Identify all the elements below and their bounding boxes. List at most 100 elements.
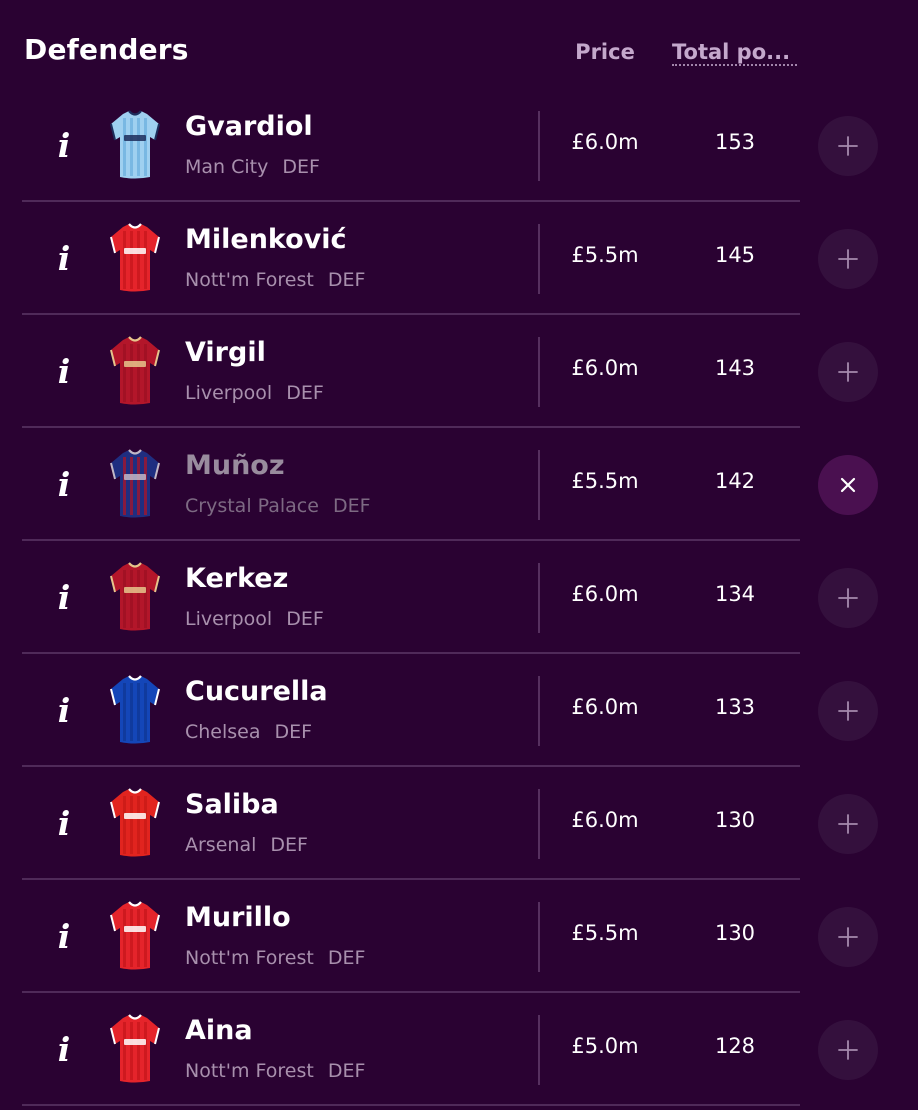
- player-team: Liverpool: [185, 382, 273, 404]
- plus-icon: [838, 136, 858, 156]
- column-divider: [538, 902, 540, 972]
- player-name: Kerkez: [185, 563, 289, 594]
- team-kit-icon: [109, 223, 161, 293]
- player-price: £6.0m: [571, 808, 639, 832]
- player-team: Man City: [185, 156, 269, 178]
- player-price: £6.0m: [571, 695, 639, 719]
- add-player-button[interactable]: [818, 342, 878, 402]
- price-column-header[interactable]: Price: [560, 40, 650, 64]
- add-player-button[interactable]: [818, 568, 878, 628]
- player-price: £6.0m: [571, 130, 639, 154]
- player-row[interactable]: i Muñoz Crystal Palace DEF £5.5m 142: [0, 428, 918, 541]
- player-total-points: 133: [714, 695, 756, 719]
- add-player-button[interactable]: [818, 907, 878, 967]
- player-position: DEF: [327, 269, 366, 291]
- player-row[interactable]: i Virgil Liverpool DEF £6.0m 143: [0, 315, 918, 428]
- info-icon[interactable]: i: [44, 464, 84, 504]
- player-name: Virgil: [185, 337, 266, 368]
- kit-shirt-graphic: [110, 901, 160, 970]
- player-row[interactable]: i Gvardiol Man City DEF £6.0m 153: [0, 89, 918, 202]
- player-row[interactable]: i Kerkez Liverpool DEF £6.0m 134: [0, 541, 918, 654]
- player-meta: Liverpool DEF: [185, 382, 324, 404]
- list-header: Defenders Price Total po...: [0, 0, 918, 100]
- player-position: DEF: [286, 608, 324, 630]
- column-divider: [538, 450, 540, 520]
- player-meta: Nott'm Forest DEF: [185, 1060, 365, 1082]
- player-position: DEF: [327, 1060, 366, 1082]
- player-team: Arsenal: [185, 834, 257, 856]
- player-name: Cucurella: [185, 676, 328, 707]
- player-total-points: 128: [714, 1034, 756, 1058]
- team-kit-icon: [109, 449, 161, 519]
- plus-icon: [838, 927, 858, 947]
- add-player-button[interactable]: [818, 229, 878, 289]
- player-name: Murillo: [185, 902, 291, 933]
- info-icon[interactable]: i: [44, 803, 84, 843]
- kit-shirt-graphic: [110, 1014, 160, 1083]
- player-row[interactable]: i Aina Nott'm Forest DEF £5.0m 128: [0, 993, 918, 1106]
- info-icon[interactable]: i: [44, 351, 84, 391]
- info-icon[interactable]: i: [44, 1029, 84, 1069]
- kit-shirt-graphic: [110, 336, 160, 405]
- add-player-button[interactable]: [818, 681, 878, 741]
- plus-icon: [838, 362, 858, 382]
- player-row[interactable]: i Cucurella Chelsea DEF £6.0m 133: [0, 654, 918, 767]
- section-title: Defenders: [24, 33, 189, 66]
- kit-shirt-graphic: [110, 562, 160, 631]
- add-player-button[interactable]: [818, 116, 878, 176]
- add-player-button[interactable]: [818, 794, 878, 854]
- player-meta: Man City DEF: [185, 156, 320, 178]
- player-team: Crystal Palace: [185, 495, 319, 517]
- column-divider: [538, 563, 540, 633]
- player-row[interactable]: i Saliba Arsenal DEF £6.0m 130: [0, 767, 918, 880]
- info-icon[interactable]: i: [44, 577, 84, 617]
- team-kit-icon: [109, 788, 161, 858]
- kit-shirt-graphic: [110, 223, 160, 292]
- player-price: £5.5m: [571, 921, 639, 945]
- player-name: Gvardiol: [185, 111, 313, 142]
- team-kit-icon: [109, 110, 161, 180]
- player-position: DEF: [332, 495, 371, 517]
- player-team: Chelsea: [185, 721, 261, 743]
- info-icon[interactable]: i: [44, 690, 84, 730]
- player-position: DEF: [274, 721, 313, 743]
- kit-shirt-graphic: [110, 449, 160, 518]
- remove-player-button[interactable]: [818, 455, 878, 515]
- kit-shirt-graphic: [110, 788, 160, 857]
- player-position: DEF: [327, 947, 366, 969]
- info-icon[interactable]: i: [44, 916, 84, 956]
- total-points-column-header[interactable]: Total po...: [672, 40, 797, 66]
- player-position: DEF: [282, 156, 320, 178]
- player-team: Liverpool: [185, 608, 273, 630]
- add-player-button[interactable]: [818, 1020, 878, 1080]
- player-price: £5.5m: [571, 243, 639, 267]
- player-name: Aina: [185, 1015, 253, 1046]
- team-kit-icon: [109, 562, 161, 632]
- kit-shirt-graphic: [110, 110, 160, 179]
- player-meta: Liverpool DEF: [185, 608, 324, 630]
- column-divider: [538, 789, 540, 859]
- player-meta: Nott'm Forest DEF: [185, 947, 365, 969]
- plus-icon: [838, 701, 858, 721]
- player-total-points: 145: [714, 243, 756, 267]
- team-kit-icon: [109, 336, 161, 406]
- player-team: Nott'm Forest: [185, 947, 314, 969]
- player-name: Muñoz: [185, 450, 285, 481]
- info-icon[interactable]: i: [44, 238, 84, 278]
- player-meta: Chelsea DEF: [185, 721, 312, 743]
- plus-icon: [838, 1040, 858, 1060]
- plus-icon: [838, 814, 858, 834]
- player-total-points: 130: [714, 921, 756, 945]
- team-kit-icon: [109, 901, 161, 971]
- plus-icon: [838, 249, 858, 269]
- player-row[interactable]: i Milenković Nott'm Forest DEF £5.5m 145: [0, 202, 918, 315]
- player-total-points: 153: [714, 130, 756, 154]
- player-position: DEF: [270, 834, 308, 856]
- player-total-points: 143: [714, 356, 756, 380]
- player-list: i Gvardiol Man City DEF £6.0m 153 i Milen…: [0, 89, 918, 1106]
- player-row[interactable]: i Murillo Nott'm Forest DEF £5.5m 130: [0, 880, 918, 993]
- column-divider: [538, 1015, 540, 1085]
- column-divider: [538, 224, 540, 294]
- info-icon[interactable]: i: [44, 125, 84, 165]
- team-kit-icon: [109, 675, 161, 745]
